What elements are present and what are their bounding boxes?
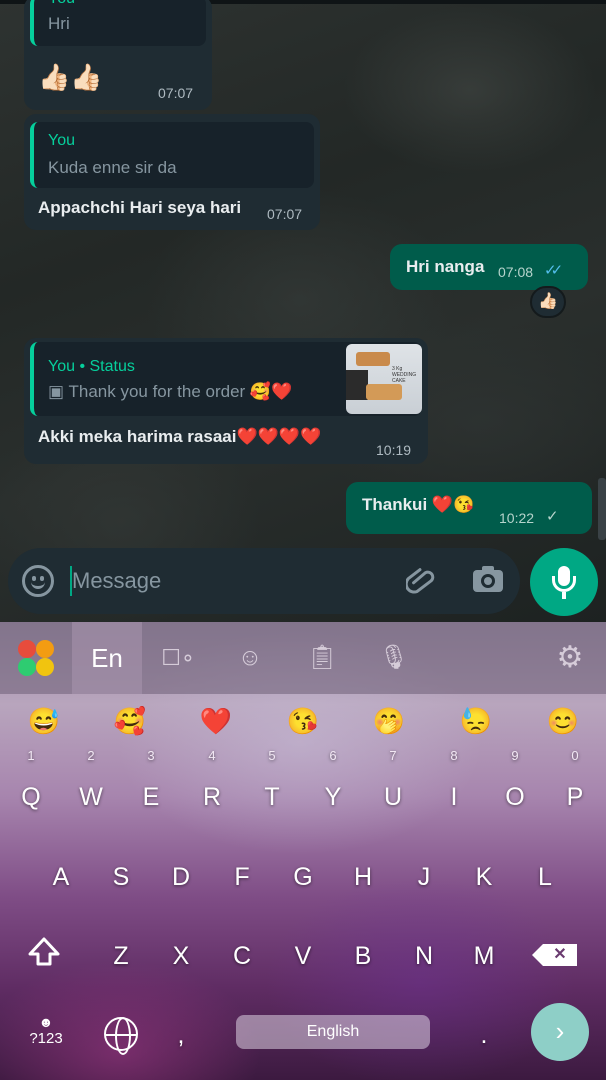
emoji-suggestion[interactable]: 🥰 bbox=[110, 706, 150, 737]
key-l[interactable]: L bbox=[516, 847, 574, 907]
message-time: 07:07 bbox=[158, 85, 194, 101]
key-n[interactable]: N bbox=[395, 926, 453, 986]
space-bar[interactable]: English bbox=[236, 1015, 430, 1049]
quote-author: You bbox=[48, 132, 75, 149]
chat-area: You Hri 👍🏻👍🏻 07:07 You Kuda enne sir da … bbox=[0, 0, 606, 622]
message-time: 07:08 bbox=[498, 264, 534, 280]
reaction-badge[interactable]: 👍🏻 bbox=[530, 286, 566, 318]
sent-tick-icon: ✓ bbox=[546, 508, 559, 525]
key-i[interactable]: 8I bbox=[425, 749, 483, 827]
key-q[interactable]: 1Q bbox=[2, 749, 60, 827]
outgoing-message[interactable]: Thankui ❤️😘 10:22 ✓ bbox=[346, 482, 592, 534]
key-c[interactable]: C bbox=[213, 926, 271, 986]
soft-keyboard: En ☐∘ ☺ 📋︎ 🎙︎ ⚙ 😅 🥰 ❤️ 😘 🤭 😓 😊 1Q 2W 3E … bbox=[0, 622, 606, 1080]
backspace-icon: ✕ bbox=[553, 946, 567, 963]
keyboard-logo-icon[interactable] bbox=[18, 640, 54, 676]
key-g[interactable]: G bbox=[274, 847, 332, 907]
key-m[interactable]: M bbox=[455, 926, 513, 986]
key-y[interactable]: 6Y bbox=[304, 749, 362, 827]
emoji-suggestion[interactable]: 🤭 bbox=[369, 706, 409, 737]
comma-key[interactable]: , bbox=[152, 1005, 210, 1065]
backspace-key[interactable]: ✕ bbox=[532, 944, 577, 966]
emoji-suggestion[interactable]: 😓 bbox=[456, 706, 496, 737]
key-z[interactable]: Z bbox=[92, 926, 150, 986]
quote-text: Hri bbox=[48, 14, 70, 33]
enter-key[interactable]: › bbox=[531, 1003, 589, 1061]
quoted-reply[interactable]: You Kuda enne sir da bbox=[30, 122, 314, 188]
key-x[interactable]: X bbox=[152, 926, 210, 986]
shift-arrow-icon bbox=[28, 937, 60, 966]
cake-box-image bbox=[346, 370, 368, 400]
emoji-suggestion[interactable]: 😘 bbox=[283, 706, 323, 737]
cake-image bbox=[366, 384, 402, 400]
key-w[interactable]: 2W bbox=[62, 749, 120, 827]
key-f[interactable]: F bbox=[213, 847, 271, 907]
quoted-reply[interactable]: You Hri bbox=[30, 0, 206, 46]
outgoing-message[interactable]: Hri nanga 07:08 ✓✓ bbox=[390, 244, 588, 290]
language-tab[interactable]: En bbox=[72, 622, 142, 694]
message-composer bbox=[8, 548, 520, 614]
message-text: Thankui ❤️😘 bbox=[362, 495, 475, 514]
paperclip-icon[interactable] bbox=[404, 564, 438, 598]
emoji-suggestion[interactable]: 😊 bbox=[543, 706, 583, 737]
side-handle[interactable] bbox=[598, 478, 606, 540]
key-a[interactable]: A bbox=[32, 847, 90, 907]
incoming-message[interactable]: You Kuda enne sir da Appachchi Hari seya… bbox=[24, 114, 320, 230]
message-text: Hri nanga bbox=[406, 257, 485, 276]
message-text: 👍🏻👍🏻 bbox=[38, 62, 103, 92]
shift-key[interactable] bbox=[26, 934, 62, 970]
camera-icon[interactable] bbox=[470, 564, 506, 598]
thumb-caption: 3 Kg WEDDING CAKE bbox=[392, 366, 417, 384]
read-ticks-icon: ✓✓ bbox=[544, 262, 563, 279]
quote-text: ▣ Thank you for the order 🥰❤️ bbox=[48, 382, 293, 401]
settings-gear-icon[interactable]: ⚙ bbox=[534, 622, 606, 694]
emoji-icon[interactable] bbox=[22, 565, 54, 597]
key-s[interactable]: S bbox=[92, 847, 150, 907]
cake-image bbox=[356, 352, 390, 366]
key-d[interactable]: D bbox=[152, 847, 210, 907]
sticker-icon[interactable]: ☐∘ bbox=[142, 622, 214, 694]
globe-icon[interactable] bbox=[104, 1017, 138, 1055]
key-h[interactable]: H bbox=[334, 847, 392, 907]
voice-mic-icon[interactable]: 🎙︎ bbox=[358, 622, 430, 694]
key-r[interactable]: 4R bbox=[183, 749, 241, 827]
key-u[interactable]: 7U bbox=[364, 749, 422, 827]
symbols-key[interactable]: ☻ ?123 bbox=[24, 1014, 68, 1047]
mic-button[interactable] bbox=[530, 548, 598, 616]
quote-author: You • Status bbox=[48, 358, 135, 375]
key-k[interactable]: K bbox=[455, 847, 513, 907]
message-input[interactable] bbox=[72, 562, 392, 600]
key-p[interactable]: 0P bbox=[546, 749, 604, 827]
period-key[interactable]: . bbox=[455, 1005, 513, 1065]
message-time: 10:19 bbox=[376, 442, 412, 458]
emoji-face-icon[interactable]: ☺ bbox=[214, 622, 286, 694]
key-o[interactable]: 9O bbox=[486, 749, 544, 827]
status-thumbnail-image[interactable]: 3 Kg WEDDING CAKE bbox=[346, 344, 422, 414]
emoji-suggestion[interactable]: 😅 bbox=[24, 706, 64, 737]
key-j[interactable]: J bbox=[395, 847, 453, 907]
message-text: Akki meka harima rasaai❤️❤️❤️❤️ bbox=[38, 427, 322, 446]
message-time: 07:07 bbox=[267, 206, 303, 222]
incoming-message[interactable]: You Hri 👍🏻👍🏻 07:07 bbox=[24, 0, 212, 110]
message-text: Appachchi Hari seya hari bbox=[38, 198, 242, 217]
key-v[interactable]: V bbox=[274, 926, 332, 986]
emoji-suggestion[interactable]: ❤️ bbox=[196, 706, 236, 737]
incoming-message[interactable]: You • Status ▣ Thank you for the order 🥰… bbox=[24, 338, 428, 464]
quote-text: Kuda enne sir da bbox=[48, 158, 177, 177]
quote-author: You bbox=[48, 0, 75, 8]
keyboard-toolbar: En ☐∘ ☺ 📋︎ 🎙︎ ⚙ bbox=[0, 622, 606, 694]
clipboard-icon[interactable]: 📋︎ bbox=[286, 622, 358, 694]
key-t[interactable]: 5T bbox=[243, 749, 301, 827]
key-e[interactable]: 3E bbox=[122, 749, 180, 827]
emoji-small-icon: ☻ bbox=[38, 1014, 54, 1030]
key-b[interactable]: B bbox=[334, 926, 392, 986]
message-time: 10:22 bbox=[499, 510, 535, 526]
